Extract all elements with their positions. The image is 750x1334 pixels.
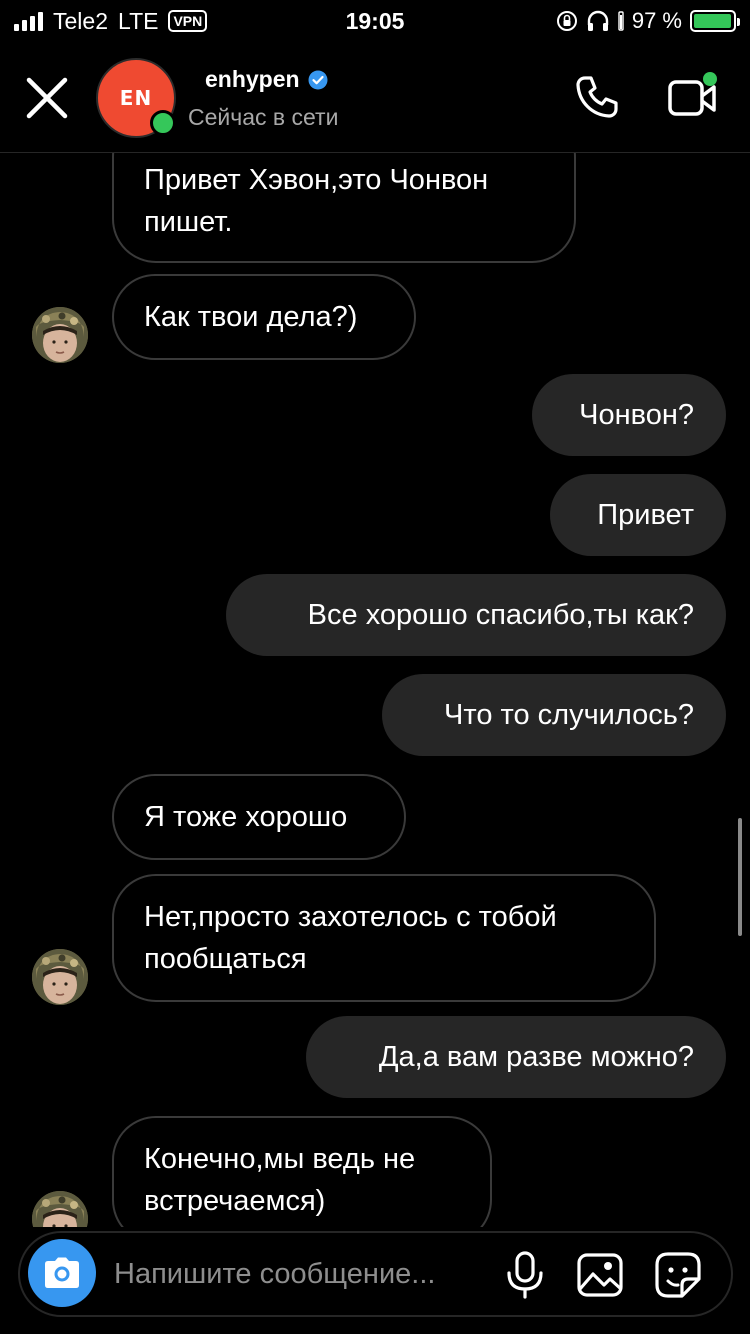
sender-avatar[interactable] [32,1191,88,1227]
online-indicator [150,110,176,136]
video-call-icon[interactable] [666,72,722,122]
scrollbar[interactable] [738,818,742,936]
message-outgoing[interactable]: Привет [550,474,726,556]
chat-username: enhypen [205,66,300,92]
camera-button[interactable] [28,1239,96,1307]
battery-percent: 97 % [631,8,682,33]
person-avatar-icon [32,307,88,363]
message-incoming[interactable]: Нет,просто захотелось с тобой пообщаться [112,874,656,1002]
message-incoming[interactable]: Привет Хэвон,это Чонвон пишет. [112,153,576,263]
chat-header: EN enhypen Сейчас в сети [0,42,750,153]
verified-badge-icon [308,70,328,89]
phone-call-icon[interactable] [571,72,621,122]
status-bar-right: 97 % [556,6,740,36]
chat-title[interactable]: enhypen [205,66,328,93]
camera-icon [45,1257,79,1288]
sender-avatar[interactable] [32,949,88,1005]
orientation-lock-icon [556,11,577,31]
sender-avatar[interactable] [32,307,88,363]
message-outgoing[interactable]: Что то случилось? [382,674,726,756]
status-bar: Tele2 LTE VPN 19:05 97 % [0,0,750,42]
person-avatar-icon [32,1191,88,1227]
enhypen-logo: EN [119,86,153,110]
airpods-battery-icon [618,11,624,31]
message-outgoing[interactable]: Да,а вам разве можно? [306,1016,726,1098]
battery-icon [690,10,740,32]
message-incoming[interactable]: Я тоже хорошо [112,774,406,860]
sticker-icon[interactable] [654,1251,702,1299]
microphone-icon[interactable] [504,1251,546,1299]
message-input[interactable] [114,1253,484,1295]
person-avatar-icon [32,949,88,1005]
gallery-icon[interactable] [576,1251,624,1299]
online-status: Сейчас в сети [188,104,339,130]
close-icon[interactable] [24,75,70,121]
message-composer [18,1231,733,1317]
message-outgoing[interactable]: Все хорошо спасибо,ты как? [226,574,726,656]
message-incoming[interactable]: Как твои дела?) [112,274,416,360]
chat-screen: Tele2 LTE VPN 19:05 97 % EN enhypen Сейч… [0,0,750,1334]
message-incoming[interactable]: Конечно,мы ведь не встречаемся) [112,1116,492,1227]
headphones-icon [587,10,609,31]
message-thread[interactable]: Привет Хэвон,это Чонвон пишет. Как твои … [0,153,750,1227]
message-outgoing[interactable]: Чонвон? [532,374,726,456]
